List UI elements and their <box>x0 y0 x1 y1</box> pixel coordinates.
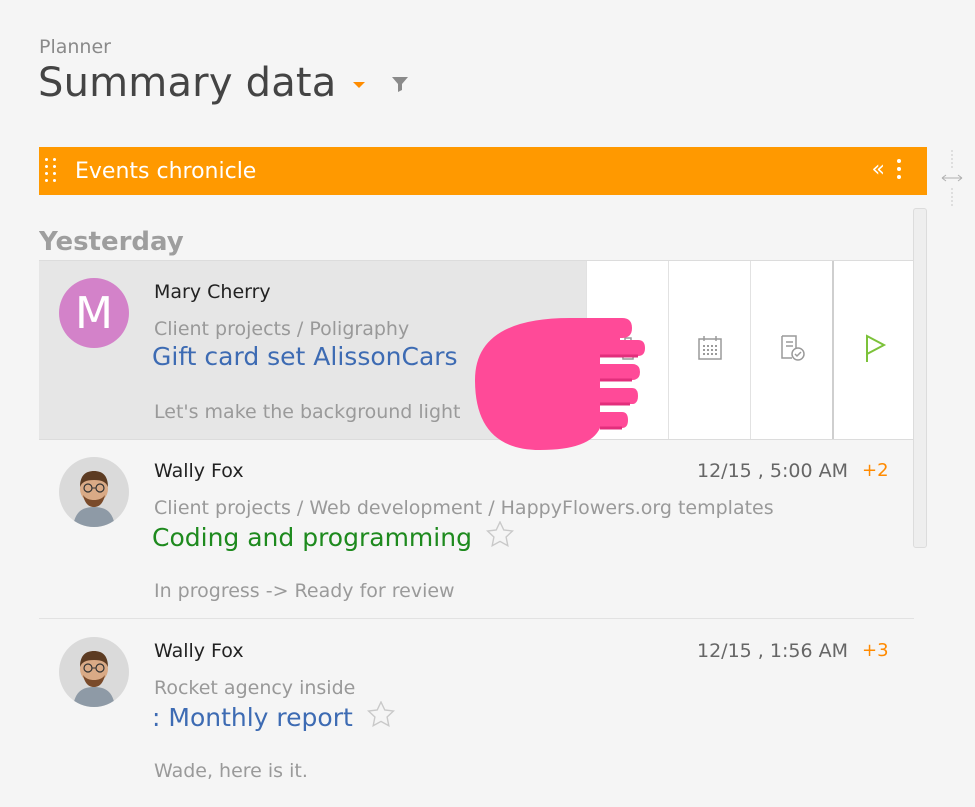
drag-handle-icon[interactable] <box>45 157 59 185</box>
project-path[interactable]: Client projects / Poligraphy <box>154 318 409 340</box>
author-name[interactable]: Wally Fox <box>154 640 244 662</box>
timestamp: 12/15 , 5:00 AM <box>697 460 848 482</box>
section-label: Yesterday <box>39 227 184 257</box>
message-snippet: In progress -> Ready for review <box>154 580 455 602</box>
app-name: Planner <box>39 36 111 58</box>
message-snippet: Wade, here is it. <box>154 760 308 782</box>
approve-document-icon <box>778 334 806 366</box>
widget-title: Events chronicle <box>75 158 257 184</box>
calendar-icon <box>697 335 723 365</box>
comment-count-badge[interactable]: +3 <box>862 640 889 661</box>
feed-item[interactable]: Wally Fox Rocket agency inside : Monthly… <box>39 620 914 798</box>
approve-action[interactable] <box>750 261 832 439</box>
flag-icon <box>863 333 887 367</box>
swipe-hand-icon <box>470 300 645 459</box>
project-path[interactable]: Client projects / Web development / Happ… <box>154 497 774 519</box>
avatar: M <box>59 278 129 348</box>
widget-header: Events chronicle « <box>39 147 927 195</box>
timestamp: 12/15 , 1:56 AM <box>697 640 848 662</box>
avatar <box>59 637 129 707</box>
author-name[interactable]: Wally Fox <box>154 460 244 482</box>
flag-action[interactable] <box>832 261 914 439</box>
message-snippet: Let's make the background light <box>154 401 461 423</box>
subject-link[interactable]: : Monthly report <box>152 703 353 732</box>
feed-item[interactable]: Wally Fox Client projects / Web developm… <box>39 440 914 619</box>
star-icon[interactable] <box>366 700 395 733</box>
events-feed: Yesterday M Mary Cherry Client projects … <box>39 207 914 807</box>
filter-icon[interactable] <box>391 75 409 97</box>
avatar <box>59 457 129 527</box>
more-menu-icon[interactable] <box>897 159 901 183</box>
title-dropdown-icon[interactable] <box>352 82 365 88</box>
scrollbar[interactable] <box>913 208 927 548</box>
schedule-action[interactable] <box>668 261 750 439</box>
collapse-icon[interactable]: « <box>872 157 885 182</box>
author-name[interactable]: Mary Cherry <box>154 281 271 303</box>
subject-link[interactable]: Gift card set AlissonCars <box>152 342 458 371</box>
star-icon[interactable] <box>485 520 515 553</box>
resize-handle-icon[interactable] <box>940 150 964 206</box>
project-path[interactable]: Rocket agency inside <box>154 677 355 699</box>
page-title[interactable]: Summary data <box>38 60 337 106</box>
comment-count-badge[interactable]: +2 <box>862 460 889 481</box>
subject-link[interactable]: Coding and programming <box>152 523 472 552</box>
